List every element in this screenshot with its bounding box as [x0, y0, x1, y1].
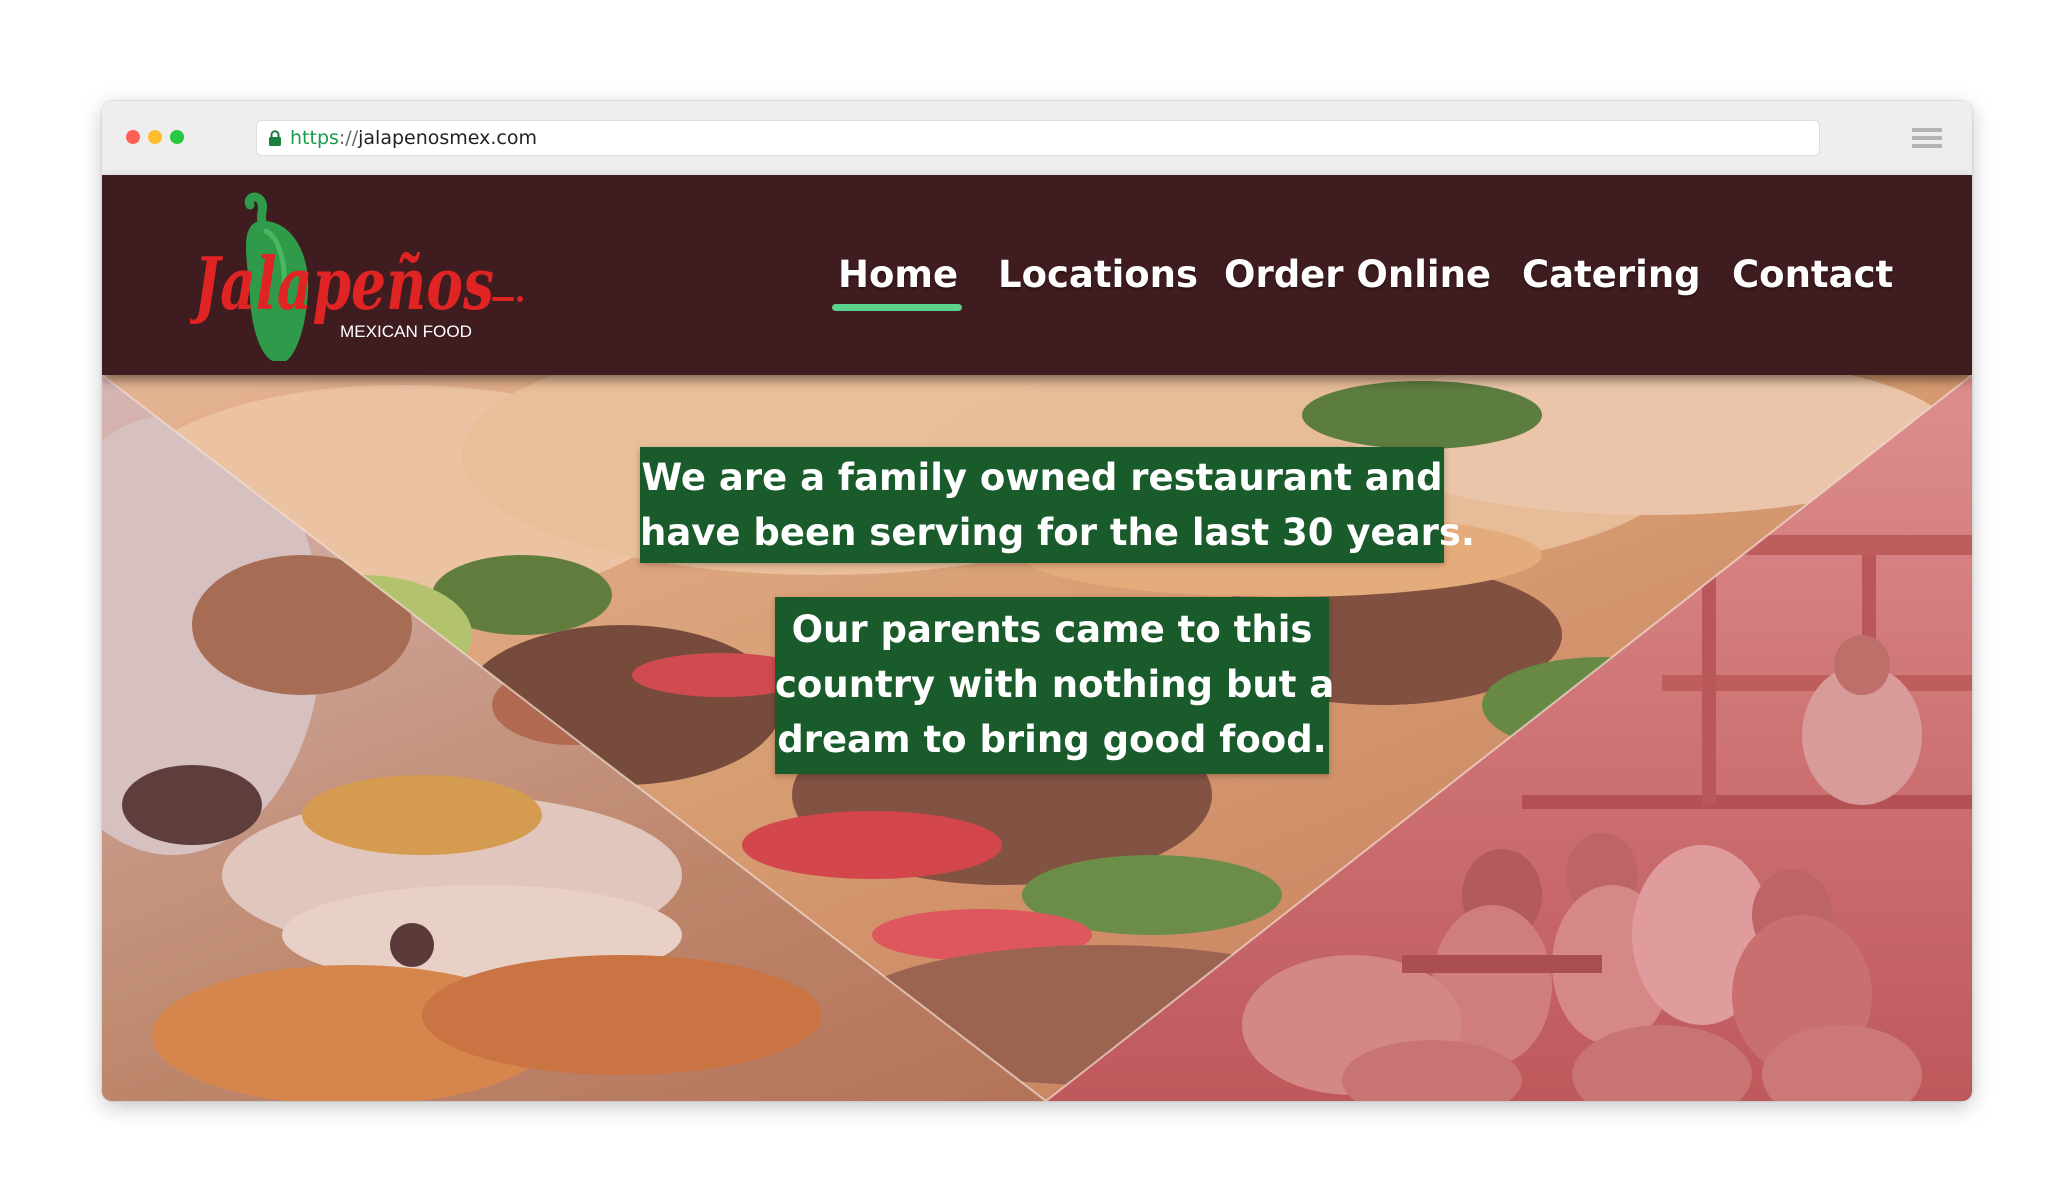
- main-nav: Home Locations Order Online Catering Con…: [102, 175, 1972, 375]
- hero-callout-line: Our parents came to this: [791, 608, 1313, 651]
- hamburger-menu-icon[interactable]: [1910, 125, 1944, 151]
- nav-home[interactable]: Home: [838, 253, 958, 297]
- maximize-window-button[interactable]: [170, 130, 184, 144]
- hero-callout-line: dream to bring good food.: [777, 718, 1327, 761]
- nav-active-indicator: [832, 304, 962, 311]
- hero-callout-line: country with nothing but a: [775, 663, 1335, 706]
- hero-callout-story: Our parents came to this country with no…: [775, 597, 1335, 774]
- hero-callout-line: We are a family owned restaurant and: [641, 456, 1443, 499]
- hero-callout-family: We are a family owned restaurant and hav…: [640, 447, 1475, 563]
- site-header: Jalapeños MEXICAN FOOD Home Locations Or…: [102, 175, 1972, 375]
- nav-locations[interactable]: Locations: [998, 253, 1198, 297]
- url-scheme: https: [290, 127, 339, 149]
- url-text: https://jalapenosmex.com: [290, 127, 537, 149]
- browser-window: https://jalapenosmex.com Jalapeños MEXIC: [102, 101, 1972, 1101]
- browser-chrome: https://jalapenosmex.com: [102, 101, 1972, 175]
- nav-order-online[interactable]: Order Online: [1224, 253, 1491, 297]
- close-window-button[interactable]: [126, 130, 140, 144]
- address-bar[interactable]: https://jalapenosmex.com: [256, 120, 1820, 156]
- lock-icon: [269, 130, 281, 146]
- minimize-window-button[interactable]: [148, 130, 162, 144]
- url-host: jalapenosmex.com: [358, 127, 538, 149]
- nav-contact[interactable]: Contact: [1732, 253, 1893, 297]
- hero-callout-line: have been serving for the last 30 years.: [640, 511, 1475, 554]
- nav-catering[interactable]: Catering: [1522, 253, 1701, 297]
- url-separator: ://: [338, 127, 359, 149]
- hero-section: We are a family owned restaurant and hav…: [102, 375, 1972, 1101]
